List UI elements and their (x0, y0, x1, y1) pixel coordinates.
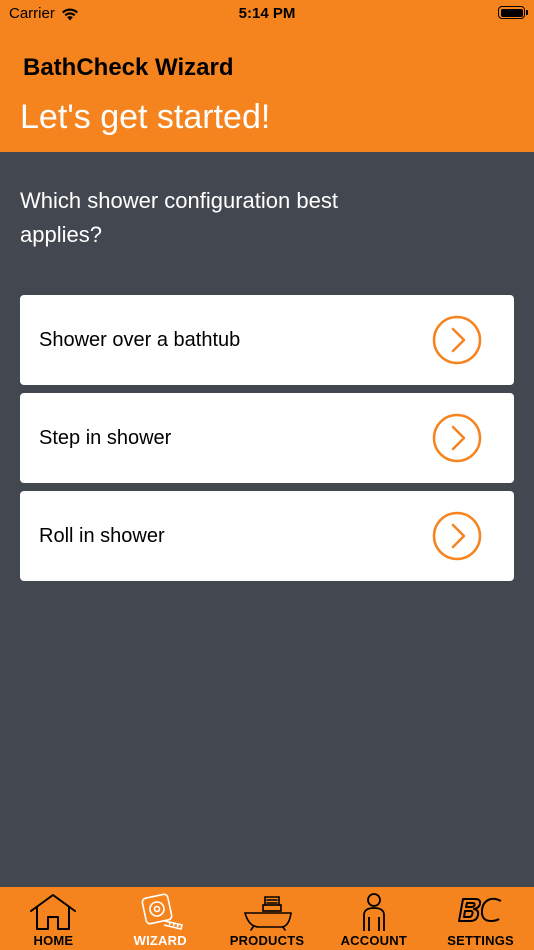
bc-logo-icon (457, 897, 502, 922)
tab-products[interactable]: PRODUCTS (214, 887, 321, 950)
status-bar: Carrier 5:14 PM (0, 0, 534, 28)
house-icon (30, 894, 77, 930)
tab-label: SETTINGS (447, 933, 514, 948)
tab-bar: HOME WIZARD PRODUCTS ACCOUNT SETTINGS (0, 887, 534, 950)
option-label: Roll in shower (39, 525, 165, 547)
header: Carrier 5:14 PM BathCheck Wizard Let's g… (0, 0, 534, 152)
tab-label: PRODUCTS (229, 933, 305, 948)
chevron-right-circle-icon[interactable] (432, 315, 482, 365)
status-time: 5:14 PM (238, 5, 296, 22)
page-title: Let's get started! (20, 98, 271, 136)
option-label: Step in shower (39, 427, 172, 449)
question-text: Which shower configuration best applies? (20, 188, 338, 247)
option-label: Shower over a bathtub (39, 329, 241, 351)
tab-label: WIZARD (133, 933, 187, 948)
tab-label: ACCOUNT (340, 933, 407, 948)
tab-home[interactable]: HOME (0, 887, 107, 950)
chevron-right-circle-icon[interactable] (432, 511, 482, 561)
person-icon (362, 893, 385, 931)
tab-settings[interactable]: SETTINGS (427, 887, 534, 950)
option-shower-over-bathtub[interactable]: Shower over a bathtub (20, 295, 514, 385)
bath-seat-icon (244, 896, 292, 931)
tab-account[interactable]: ACCOUNT (320, 887, 427, 950)
option-roll-in-shower[interactable]: Roll in shower (20, 491, 514, 581)
option-step-in-shower[interactable]: Step in shower (20, 393, 514, 483)
battery-icon (498, 6, 528, 19)
tab-wizard[interactable]: WIZARD (107, 887, 214, 950)
chevron-right-circle-icon[interactable] (432, 413, 482, 463)
app-title: BathCheck Wizard (23, 54, 234, 81)
tape-measure-icon (141, 893, 184, 930)
tab-label: HOME (33, 933, 74, 948)
